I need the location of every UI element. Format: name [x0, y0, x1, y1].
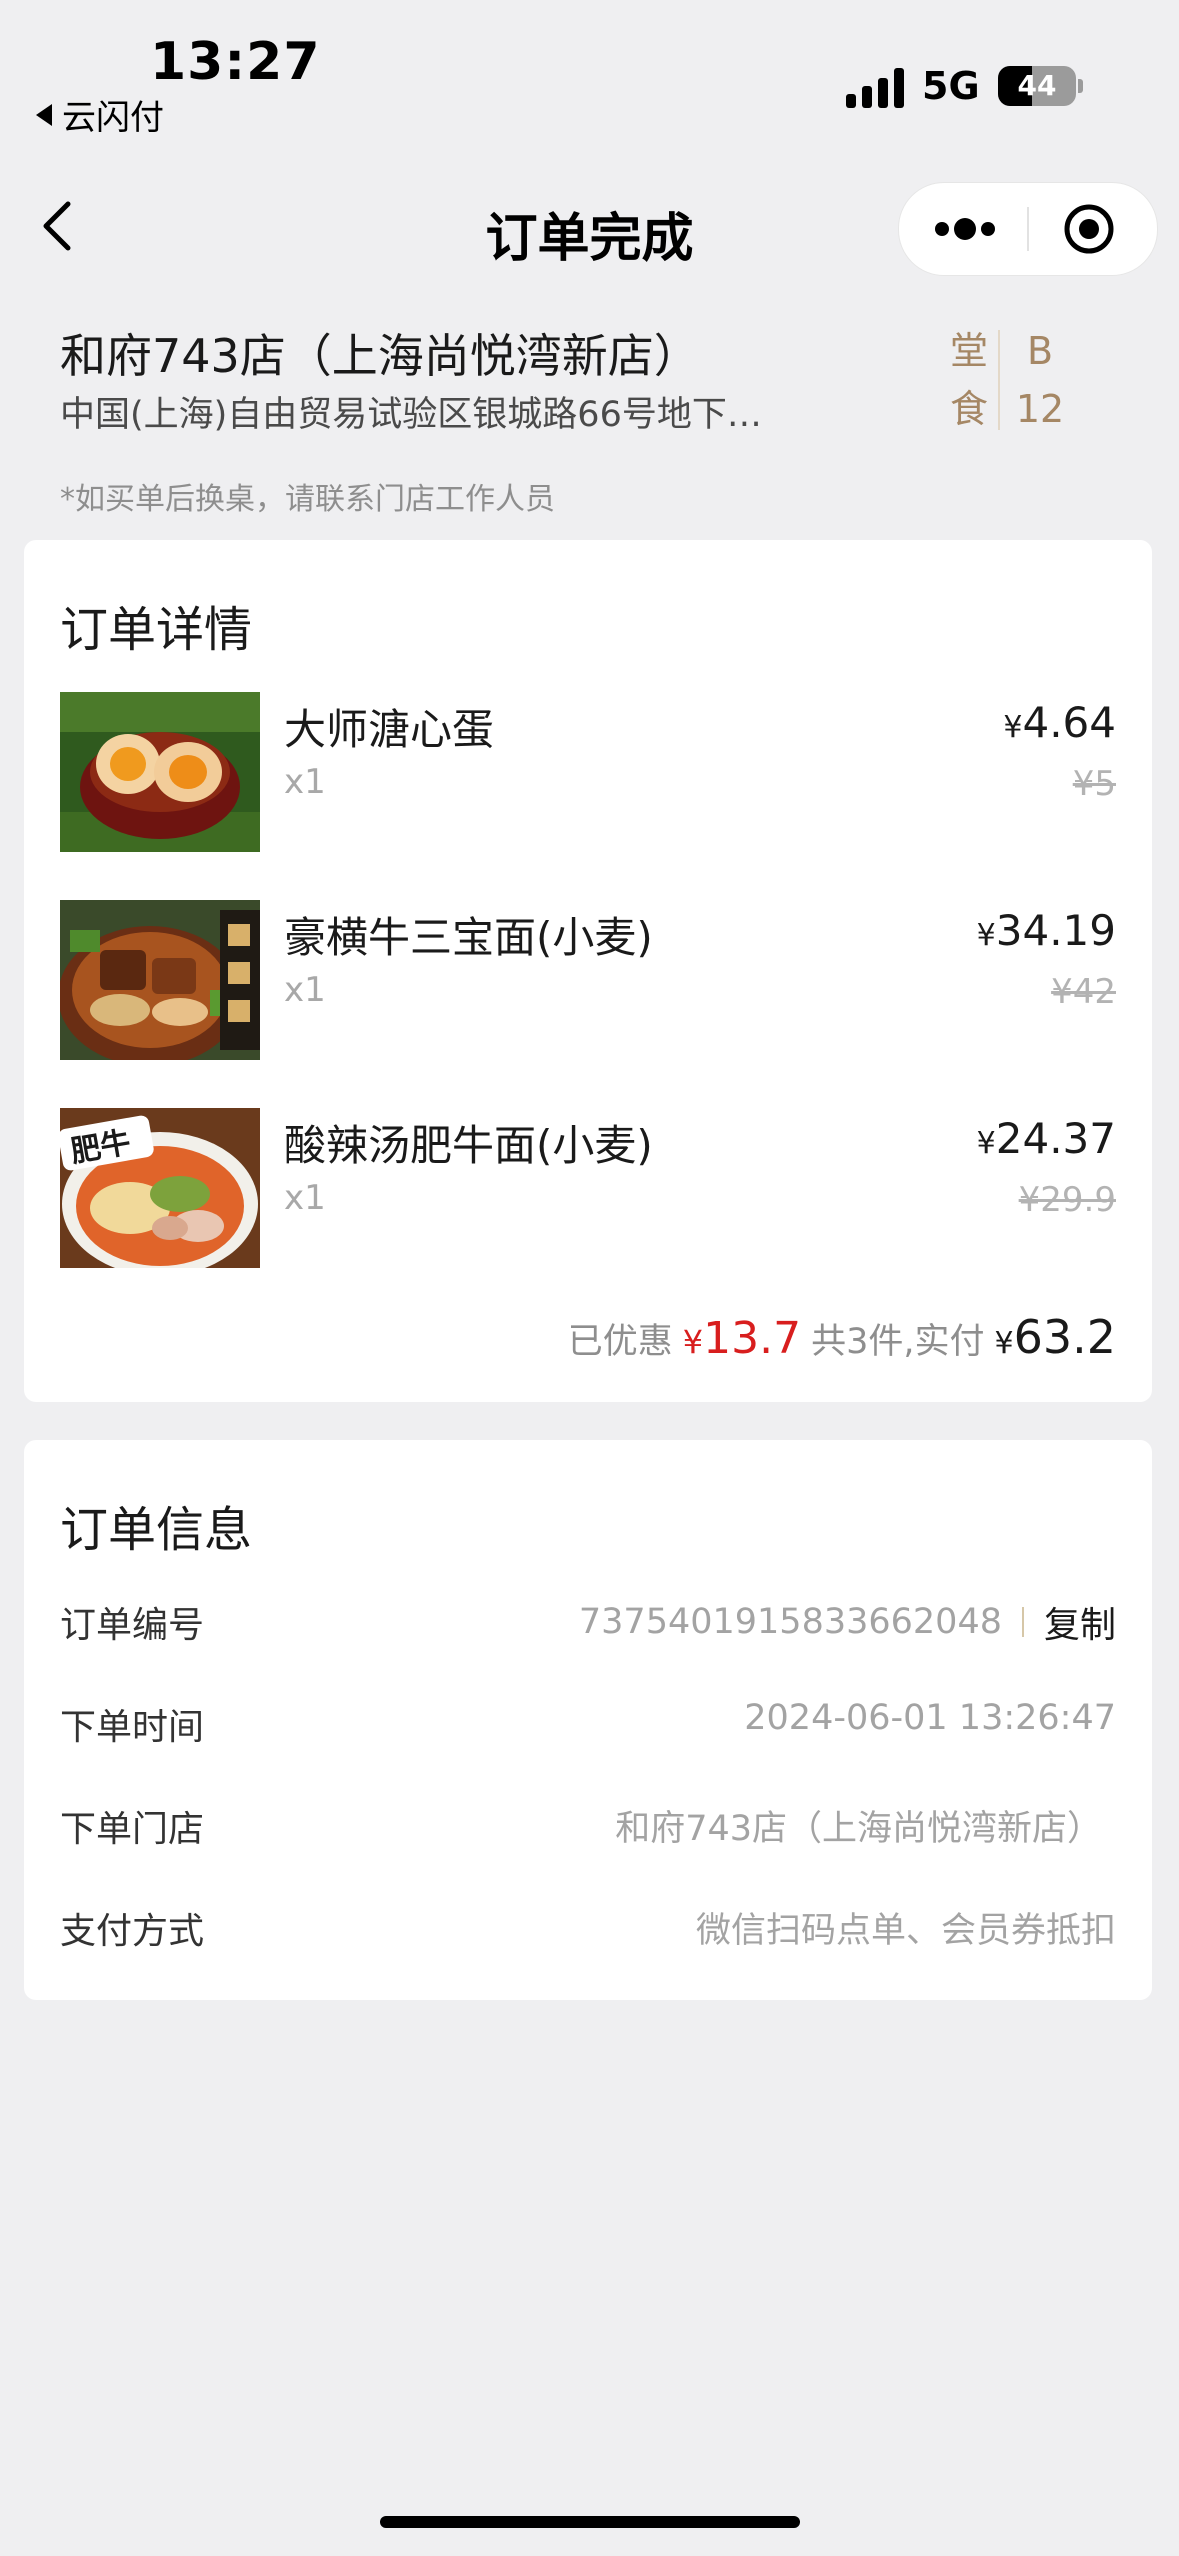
- capsule-divider: [1027, 207, 1029, 251]
- item-price: ¥34.19: [977, 906, 1116, 955]
- close-target-icon[interactable]: [1063, 203, 1115, 255]
- info-value: 微信扫码点单、会员券抵扣: [695, 1911, 1116, 1951]
- item-original-price: ¥29.9: [1018, 1180, 1116, 1220]
- item-name: 酸辣汤肥牛面(小麦): [284, 1121, 653, 1170]
- info-label: 支付方式: [60, 1911, 205, 1952]
- copy-divider: [1021, 1607, 1024, 1637]
- battery-tip: [1078, 79, 1083, 93]
- total-value: 63.2: [1013, 1310, 1116, 1364]
- currency-symbol: ¥: [682, 1323, 704, 1361]
- item-price: ¥24.37: [977, 1114, 1116, 1163]
- price-value: 34.19: [995, 906, 1116, 955]
- back-triangle-icon: [36, 103, 52, 126]
- home-indicator[interactable]: [380, 2516, 800, 2528]
- item-quantity: x1: [284, 762, 326, 802]
- miniprogram-capsule: [898, 182, 1158, 276]
- saved-value: 13.7: [703, 1313, 802, 1364]
- table-digits: 12: [1015, 387, 1065, 431]
- back-app-label: 云闪付: [62, 98, 164, 138]
- item-price: ¥4.64: [1003, 698, 1116, 747]
- cellular-signal-icon: [846, 68, 904, 108]
- battery-icon: 44: [998, 66, 1076, 106]
- info-row-order-store: 下单门店 和府743店（上海尚悦湾新店）: [60, 1800, 1116, 1850]
- order-info-card: 订单信息 订单编号 7375401915833662048 复制 下单时间 20…: [24, 1440, 1152, 2000]
- info-row-order-time: 下单时间 2024-06-01 13:26:47: [60, 1698, 1116, 1748]
- item-name: 豪横牛三宝面(小麦): [284, 913, 653, 962]
- info-row-order-number: 订单编号 7375401915833662048 复制: [60, 1596, 1116, 1646]
- order-detail-title: 订单详情: [60, 602, 253, 658]
- item-quantity: x1: [284, 970, 326, 1010]
- currency-symbol: ¥: [976, 918, 996, 953]
- order-item: 肥牛 酸辣汤肥牛面(小麦) x1 ¥24.37 ¥29.9: [60, 1108, 1116, 1268]
- store-name: 和府743店（上海尚悦湾新店）: [60, 329, 700, 383]
- info-value: 和府743店（上海尚悦湾新店）: [615, 1809, 1102, 1849]
- more-dots-icon[interactable]: [935, 215, 995, 243]
- info-row-payment-method: 支付方式 微信扫码点单、会员券抵扣: [60, 1902, 1116, 1952]
- item-thumbnail-beef-noodle: [60, 900, 260, 1060]
- back-to-app-link[interactable]: 云闪付: [36, 90, 164, 139]
- order-info-title: 订单信息: [60, 1502, 253, 1558]
- item-original-price: ¥42: [1051, 972, 1116, 1012]
- info-value: 2024-06-01 13:26:47: [744, 1698, 1116, 1738]
- copy-button[interactable]: 复制: [1044, 1596, 1116, 1648]
- saved-amount: ¥13.7: [683, 1313, 801, 1364]
- back-arrow-icon[interactable]: [30, 196, 90, 256]
- order-summary: 已优惠 ¥13.7 共3件,实付 ¥63.2: [568, 1310, 1116, 1364]
- total-paid: ¥63.2: [994, 1310, 1116, 1364]
- item-thumbnail-sour-beef-noodle: 肥牛: [60, 1108, 260, 1268]
- order-number: 7375401915833662048: [578, 1602, 1002, 1642]
- info-label: 下单时间: [60, 1707, 205, 1748]
- saved-label: 已优惠: [567, 1322, 673, 1362]
- table-change-note: *如买单后换桌，请联系门店工作人员: [60, 482, 555, 517]
- order-item: 豪横牛三宝面(小麦) x1 ¥34.19 ¥42: [60, 900, 1116, 1060]
- battery-percent: 44: [1017, 69, 1057, 102]
- currency-symbol: ¥: [976, 1126, 996, 1161]
- price-value: 24.37: [995, 1114, 1116, 1163]
- item-count-label: 共3件,实付: [811, 1322, 985, 1362]
- network-type: 5G: [922, 64, 980, 108]
- table-letter: B: [1026, 329, 1054, 373]
- status-time: 13:27: [150, 32, 321, 92]
- price-value: 4.64: [1022, 698, 1116, 747]
- item-thumbnail-egg: [60, 692, 260, 852]
- currency-symbol: ¥: [1003, 710, 1023, 745]
- dine-type-char: 食: [949, 387, 988, 431]
- item-name: 大师溏心蛋: [284, 705, 495, 754]
- info-label: 下单门店: [60, 1809, 205, 1850]
- item-quantity: x1: [284, 1178, 326, 1218]
- dine-type-tag: 堂 食: [944, 322, 994, 438]
- currency-symbol: ¥: [994, 1326, 1014, 1361]
- info-value: 7375401915833662048 复制: [579, 1596, 1116, 1648]
- item-original-price: ¥5: [1072, 764, 1116, 804]
- order-detail-card: 订单详情 大师溏心蛋 x1 ¥4.64 ¥5 豪横牛三宝面(小麦) x1 ¥34…: [24, 540, 1152, 1402]
- tag-divider: [998, 330, 1000, 430]
- order-item: 大师溏心蛋 x1 ¥4.64 ¥5: [60, 692, 1116, 852]
- table-number: B 12: [1010, 322, 1070, 438]
- store-address: 中国(上海)自由贸易试验区银城路66号地下…: [60, 395, 762, 435]
- info-label: 订单编号: [60, 1605, 205, 1646]
- dine-type-char: 堂: [949, 329, 988, 373]
